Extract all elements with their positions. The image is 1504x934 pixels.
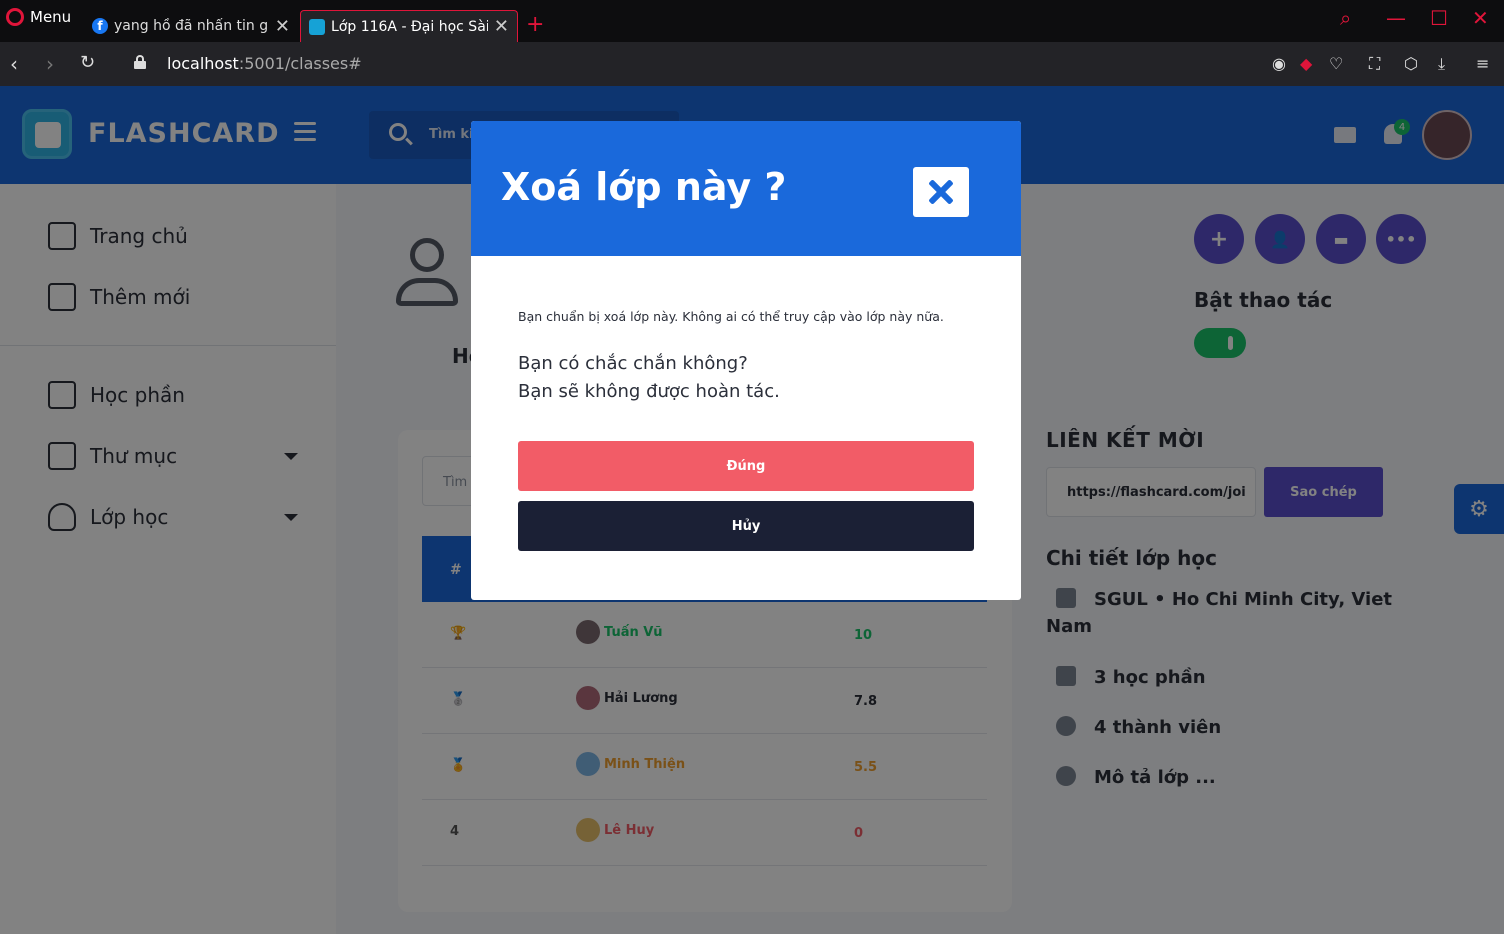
modal-title: Xoá lớp này ? [501,165,787,209]
modal-header: Xoá lớp này ? [471,121,1021,256]
cancel-button[interactable]: Hủy [518,501,974,551]
url-host: localhost [167,54,239,73]
browser-menu-label: Menu [30,8,72,26]
new-tab-button[interactable]: + [526,12,544,37]
forward-icon[interactable]: › [46,52,54,76]
browser-tab-bar: Menu f yang hồ đã nhấn tin gay ✕ Lớp 116… [0,0,1504,42]
tab-title: yang hồ đã nhấn tin gay [114,18,269,34]
tab-close-icon[interactable]: ✕ [494,16,509,37]
modal-close-button[interactable] [913,167,969,217]
modal-warning: Bạn sẽ không được hoàn tác. [518,381,780,402]
search-tabs-icon[interactable]: ⌕ [1340,6,1351,30]
snapshot-icon[interactable]: ⛶ [1369,54,1380,74]
camera-icon[interactable]: ◉ [1272,54,1286,73]
url-field[interactable]: localhost:5001/classes# [167,54,362,73]
modal-question: Bạn có chắc chắn không? [518,353,748,374]
browser-tab-facebook[interactable]: f yang hồ đã nhấn tin gay ✕ [84,10,298,42]
modal-info-text: Bạn chuẩn bị xoá lớp này. Không ai có th… [518,309,944,324]
browser-address-bar: ‹ › ↻ localhost:5001/classes# ◉ ◆ ♡ ⛶ ⬡ … [0,42,1504,86]
delete-class-modal: Xoá lớp này ? Bạn chuẩn bị xoá lớp này. … [471,121,1021,600]
minimize-icon[interactable]: — [1386,6,1406,30]
heart-icon[interactable]: ♡ [1329,54,1343,73]
opera-logo-icon [6,8,24,26]
close-icon [928,179,954,205]
lock-icon [134,55,146,69]
tab-title: Lớp 116A - Đại học Sài G [331,18,488,35]
close-window-icon[interactable]: ✕ [1472,6,1489,30]
reload-icon[interactable]: ↻ [80,52,95,73]
browser-menu-button[interactable]: Menu [6,8,71,26]
maximize-icon[interactable]: ☐ [1430,6,1448,30]
flashcard-favicon-icon [309,18,325,35]
back-icon[interactable]: ‹ [10,52,18,76]
cube-icon[interactable]: ⬡ [1404,54,1418,73]
easy-setup-icon[interactable]: ≡ [1476,54,1489,73]
tab-close-icon[interactable]: ✕ [275,16,290,37]
url-path: :5001/classes# [238,54,362,73]
shield-icon[interactable]: ◆ [1300,54,1312,73]
confirm-delete-button[interactable]: Đúng [518,441,974,491]
browser-tab-active[interactable]: Lớp 116A - Đại học Sài G ✕ [300,10,518,42]
download-icon[interactable]: ⤓ [1438,54,1445,74]
facebook-icon: f [92,18,108,34]
